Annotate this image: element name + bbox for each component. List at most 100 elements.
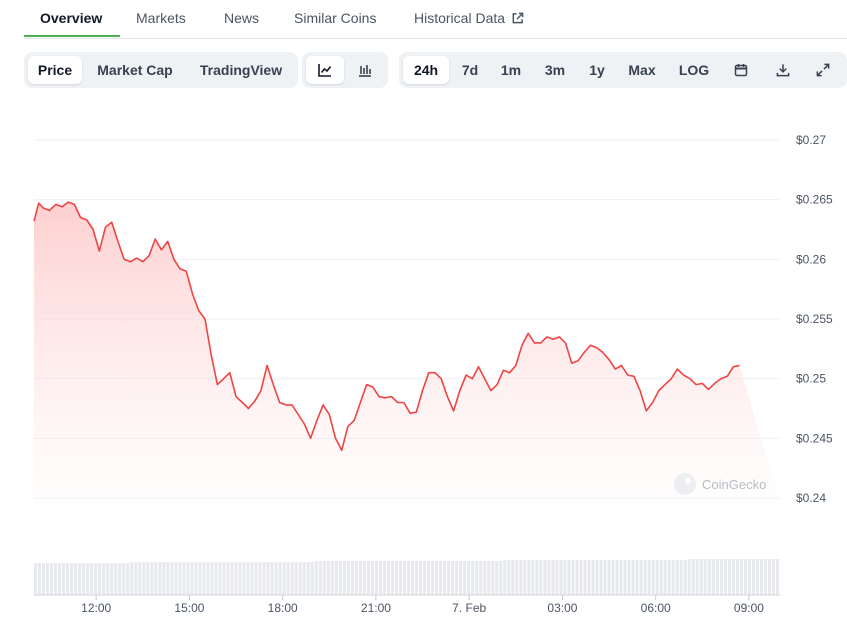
volume-bar: [250, 562, 254, 595]
volume-bar: [158, 562, 162, 595]
volume-bar: [603, 560, 607, 595]
line-view-button[interactable]: [306, 56, 344, 84]
tab-overview[interactable]: Overview: [40, 10, 102, 26]
y-tick-label: $0.26: [796, 252, 826, 266]
volume-bar: [182, 562, 186, 595]
volume-bar: [571, 560, 575, 595]
volume-bar: [62, 563, 66, 595]
volume-bar: [226, 562, 230, 595]
volume-bar: [382, 561, 386, 595]
y-tick-label: $0.245: [796, 431, 833, 445]
range-1y-button[interactable]: 1y: [578, 56, 616, 84]
volume-bar: [218, 562, 222, 595]
volume-bar: [126, 563, 130, 595]
volume-bar: [439, 561, 443, 595]
watermark-text: CoinGecko: [702, 477, 766, 492]
volume-bar: [150, 562, 154, 595]
volume-bar: [727, 559, 731, 595]
range-3m-button[interactable]: 3m: [535, 56, 575, 84]
price-area: [34, 202, 780, 504]
volume-bar: [338, 561, 342, 595]
volume-bar: [330, 561, 334, 595]
volume-bar: [174, 562, 178, 595]
x-axis: 12:00 15:00 18:00 21:00 7. Feb 03:00 06:00 09:0…: [34, 594, 780, 615]
volume-bar: [423, 561, 427, 595]
volume-bar: [451, 561, 455, 595]
price-button[interactable]: Price: [28, 56, 82, 84]
volume-bar: [54, 563, 58, 595]
volume-bar: [314, 561, 318, 595]
volume-bar: [166, 562, 170, 595]
volume-bar: [66, 563, 70, 595]
range-7d-button[interactable]: 7d: [451, 56, 489, 84]
tab-news[interactable]: News: [224, 10, 259, 26]
volume-bar: [699, 559, 703, 595]
x-tick-label: 03:00: [547, 601, 577, 615]
download-button[interactable]: [765, 56, 801, 84]
volume-bar: [647, 560, 651, 595]
range-24h-button[interactable]: 24h: [403, 56, 449, 84]
volume-bar: [667, 560, 671, 595]
volume-bar: [611, 560, 615, 595]
volume-bar: [186, 562, 190, 595]
volume-bar: [162, 562, 166, 595]
volume-bar: [431, 561, 435, 595]
volume-bar: [691, 559, 695, 595]
volume-bar: [639, 560, 643, 595]
volume-bar: [623, 560, 627, 595]
volume-bar: [34, 563, 38, 595]
volume-bar: [495, 561, 499, 595]
volume-bar: [503, 560, 507, 595]
volume-bar: [487, 561, 491, 595]
fullscreen-icon: [816, 63, 830, 77]
tab-historical-data[interactable]: Historical Data: [414, 10, 524, 28]
volume-bar: [711, 559, 715, 595]
fullscreen-button[interactable]: [805, 56, 841, 84]
range-max-button[interactable]: Max: [619, 56, 665, 84]
volume-bar: [322, 561, 326, 595]
tab-similar-coins[interactable]: Similar Coins: [294, 10, 376, 26]
market-cap-button[interactable]: Market Cap: [88, 56, 182, 84]
range-1m-button[interactable]: 1m: [492, 56, 530, 84]
volume-bar: [238, 562, 242, 595]
volume-bar: [110, 563, 114, 595]
price-chart[interactable]: $0.27 $0.265 $0.26 $0.255 $0.25 $0.245 $0.24 C…: [0, 100, 847, 635]
volume-bar: [214, 562, 218, 595]
volume-bar: [42, 563, 46, 595]
volume-bar: [539, 560, 543, 595]
tab-markets[interactable]: Markets: [136, 10, 186, 26]
y-tick-label: $0.27: [796, 133, 826, 147]
volume-bar: [551, 560, 555, 595]
tradingview-button[interactable]: TradingView: [188, 56, 294, 84]
candlestick-view-button[interactable]: [346, 56, 384, 84]
volume-bar: [567, 560, 571, 595]
volume-bar: [679, 560, 683, 595]
volume-bar: [579, 560, 583, 595]
volume-bar: [374, 561, 378, 595]
log-scale-button[interactable]: LOG: [670, 56, 718, 84]
volume-bar: [230, 562, 234, 595]
volume-bar: [491, 561, 495, 595]
x-tick-label: 21:00: [361, 601, 391, 615]
date-range-button[interactable]: [723, 56, 759, 84]
volume-bar: [38, 563, 42, 595]
volume-bar: [206, 562, 210, 595]
volume-bar: [523, 560, 527, 595]
external-link-icon: [511, 12, 524, 28]
volume-bar: [615, 560, 619, 595]
volume-bar: [138, 562, 142, 595]
volume-bar: [178, 562, 182, 595]
volume-bar: [459, 561, 463, 595]
volume-bar: [619, 560, 623, 595]
volume-bar: [475, 561, 479, 595]
volume-bar: [659, 560, 663, 595]
top-tab-bar: Overview Markets News Similar Coins Hist…: [24, 0, 847, 39]
volume-bar: [467, 561, 471, 595]
volume-bar: [559, 560, 563, 595]
volume-bar: [471, 561, 475, 595]
volume-bars: [34, 559, 779, 595]
tab-historical-data-label: Historical Data: [414, 10, 506, 26]
volume-bar: [342, 561, 346, 595]
volume-bar: [78, 563, 82, 595]
x-tick-label: 18:00: [268, 601, 298, 615]
